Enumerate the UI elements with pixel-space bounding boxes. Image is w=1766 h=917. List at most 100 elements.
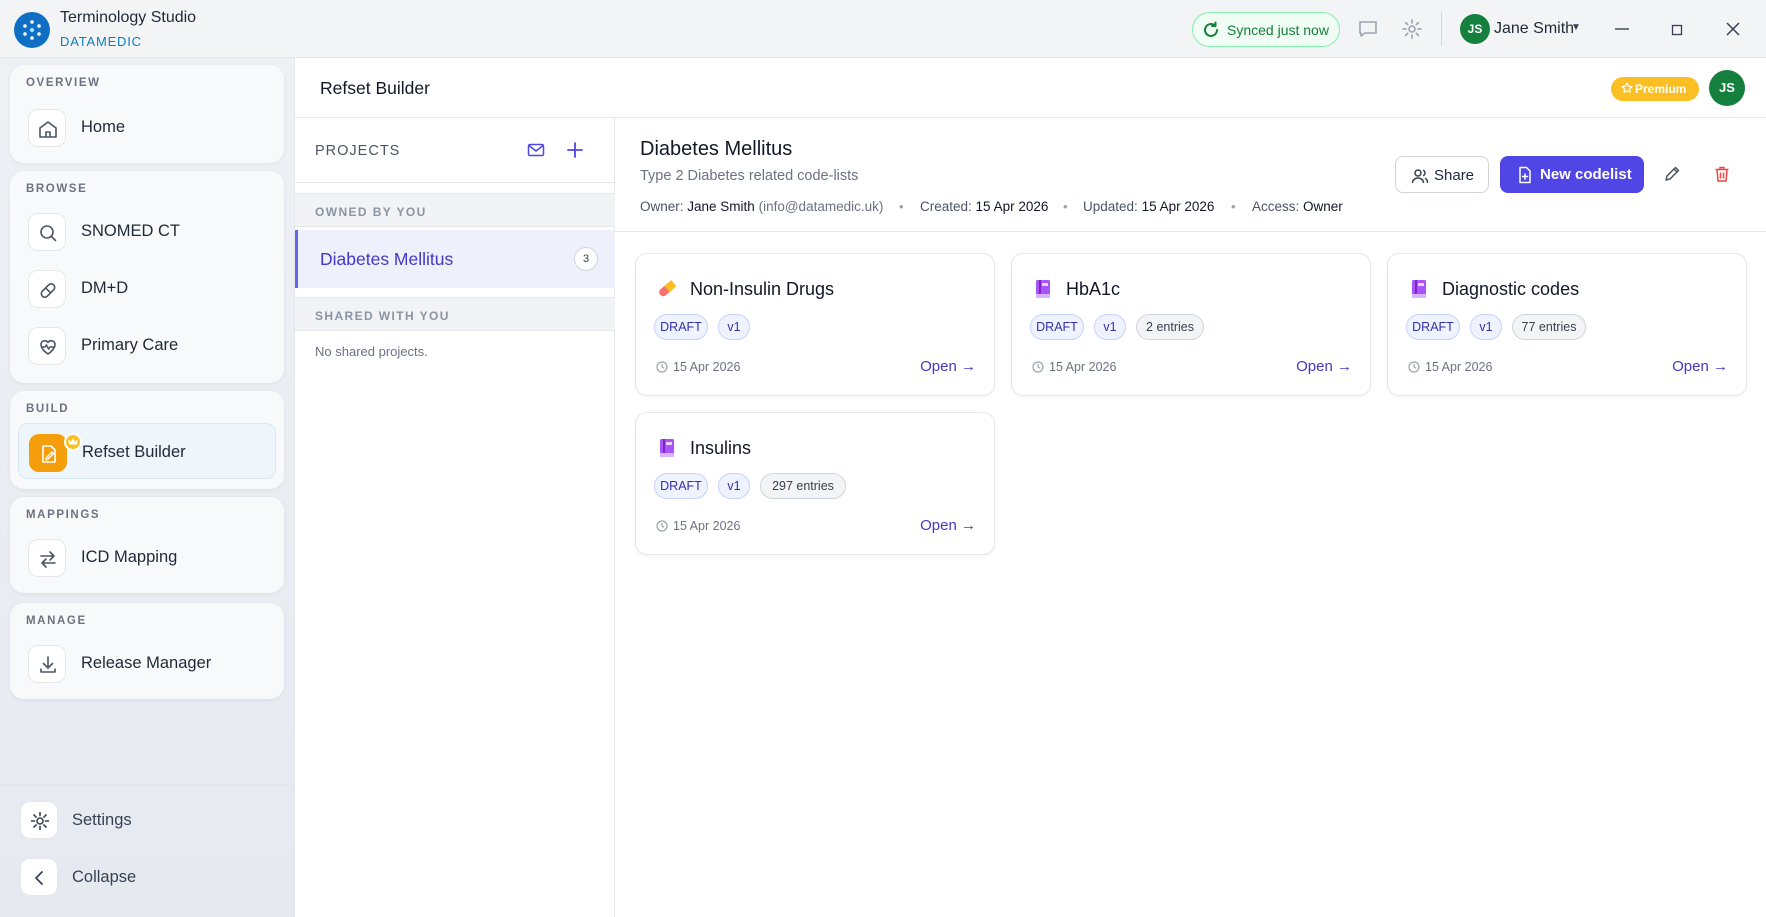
title-bar: Terminology Studio DATAMEDIC Synced just… xyxy=(0,0,1766,58)
chevron-left-icon xyxy=(20,858,58,896)
codelist-date: 15 Apr 2026 xyxy=(1425,360,1493,374)
book-icon xyxy=(1036,280,1050,298)
project-owner: Owner: Jane Smith (info@datamedic.uk) xyxy=(640,199,884,214)
collapse-label: Collapse xyxy=(72,868,137,886)
nav-group-mappings: MAPPINGS ICD Mapping xyxy=(10,497,284,593)
clock-icon xyxy=(1408,361,1420,373)
version-badge: v1 xyxy=(1470,314,1502,340)
sidebar-item-label: DM+D xyxy=(81,279,129,297)
gear-icon[interactable] xyxy=(1401,18,1423,40)
chat-icon[interactable] xyxy=(1357,18,1379,40)
nav-group-browse: BROWSE SNOMED CT DM+D Primary Care xyxy=(10,171,284,383)
sidebar-item-icd-mapping[interactable]: ICD Mapping xyxy=(18,529,276,585)
main-header: Refset Builder Premium JS xyxy=(295,58,1766,118)
settings-button[interactable]: Settings xyxy=(20,799,280,841)
titlebar-divider xyxy=(1441,12,1442,46)
sidebar-item-refset-builder[interactable]: Refset Builder xyxy=(18,423,276,479)
sidebar-item-dmd[interactable]: DM+D xyxy=(18,260,276,316)
owned-section-header: OWNED BY YOU xyxy=(295,193,615,227)
meta-separator: • xyxy=(899,199,904,214)
codelist-title: HbA1c xyxy=(1066,279,1121,299)
codelist-card-non-insulin-drugs[interactable]: Non-Insulin Drugs DRAFT v1 15 Apr 2026 O… xyxy=(635,253,995,396)
maximize-window-icon[interactable] xyxy=(1657,10,1697,48)
app-logo xyxy=(14,12,50,48)
swap-arrows-icon xyxy=(28,539,66,577)
nav-group-title: MANAGE xyxy=(26,615,87,627)
add-project-icon[interactable] xyxy=(565,140,585,160)
sidebar-item-label: Home xyxy=(81,118,126,136)
user-avatar[interactable]: JS xyxy=(1460,14,1490,44)
share-button[interactable]: Share xyxy=(1395,156,1489,193)
users-icon xyxy=(1411,169,1429,184)
open-codelist-link[interactable]: Open → xyxy=(1672,358,1728,375)
app-title: Terminology Studio xyxy=(60,9,197,26)
project-item-diabetes-mellitus[interactable]: Diabetes Mellitus 3 xyxy=(295,230,615,288)
status-badge: DRAFT xyxy=(654,314,708,340)
close-window-icon[interactable] xyxy=(1713,10,1753,48)
shared-section-header: SHARED WITH YOU xyxy=(295,297,615,331)
projects-header: PROJECTS xyxy=(295,118,615,183)
home-icon xyxy=(28,109,66,147)
open-codelist-link[interactable]: Open → xyxy=(920,517,976,534)
owned-heading: OWNED BY YOU xyxy=(315,205,427,219)
codelist-title: Insulins xyxy=(690,438,752,458)
collapse-sidebar-button[interactable]: Collapse xyxy=(20,856,280,898)
sidebar-footer: Settings Collapse xyxy=(0,784,295,917)
nav-group-title: OVERVIEW xyxy=(26,77,101,89)
version-badge: v1 xyxy=(1094,314,1126,340)
meta-separator: • xyxy=(1063,199,1068,214)
book-icon xyxy=(1412,280,1426,298)
app-subtitle: DATAMEDIC xyxy=(60,34,142,49)
codelist-card-diagnostic-codes[interactable]: Diagnostic codes DRAFT v1 77 entries 15 … xyxy=(1387,253,1747,396)
sidebar-item-label: Release Manager xyxy=(81,654,212,672)
chevron-down-icon[interactable]: ▼ xyxy=(1571,22,1581,33)
minimize-window-icon[interactable] xyxy=(1602,10,1642,48)
version-badge: v1 xyxy=(718,473,750,499)
download-icon xyxy=(28,645,66,683)
mail-icon[interactable] xyxy=(526,140,546,160)
sidebar: OVERVIEW Home BROWSE SNOMED CT DM+D Prim… xyxy=(0,58,295,917)
share-label: Share xyxy=(1434,167,1475,184)
premium-crown-icon xyxy=(64,433,82,451)
new-codelist-button[interactable]: New codelist xyxy=(1500,156,1644,193)
nav-group-overview: OVERVIEW Home xyxy=(10,65,284,163)
gear-icon xyxy=(20,801,58,839)
project-access: Access: Owner xyxy=(1252,199,1343,214)
entries-badge: 77 entries xyxy=(1512,314,1586,340)
codelist-card-hba1c[interactable]: HbA1c DRAFT v1 2 entries 15 Apr 2026 Ope… xyxy=(1011,253,1371,396)
new-codelist-label: New codelist xyxy=(1540,166,1632,183)
codelist-title: Non-Insulin Drugs xyxy=(690,279,835,299)
projects-title: PROJECTS xyxy=(315,143,401,159)
pill-icon xyxy=(28,270,66,308)
codelist-date: 15 Apr 2026 xyxy=(673,519,741,533)
sync-icon xyxy=(1204,21,1218,37)
trash-icon[interactable] xyxy=(1712,164,1732,184)
nav-group-title: MAPPINGS xyxy=(26,509,101,521)
sidebar-item-snomed-ct[interactable]: SNOMED CT xyxy=(18,203,276,259)
sidebar-item-label: SNOMED CT xyxy=(81,222,180,240)
sidebar-item-release-manager[interactable]: Release Manager xyxy=(18,635,276,691)
project-created: Created: 15 Apr 2026 xyxy=(920,199,1049,214)
open-codelist-link[interactable]: Open → xyxy=(920,358,976,375)
edit-pencil-icon[interactable] xyxy=(1662,164,1682,184)
open-codelist-link[interactable]: Open → xyxy=(1296,358,1352,375)
sync-status-pill[interactable]: Synced just now xyxy=(1192,12,1340,47)
user-menu-name[interactable]: Jane Smith xyxy=(1494,20,1574,38)
codelist-date: 15 Apr 2026 xyxy=(1049,360,1117,374)
clock-icon xyxy=(1032,361,1044,373)
header-avatar[interactable]: JS xyxy=(1709,70,1745,106)
clock-icon xyxy=(656,361,668,373)
page-title: Refset Builder xyxy=(320,78,430,98)
crown-icon xyxy=(1621,82,1633,97)
entries-badge: 2 entries xyxy=(1136,314,1204,340)
premium-badge: Premium xyxy=(1611,77,1699,101)
sidebar-item-home[interactable]: Home xyxy=(18,99,276,155)
sidebar-item-primary-care[interactable]: Primary Care xyxy=(18,317,276,373)
nav-group-build: BUILD Refset Builder xyxy=(10,391,284,489)
codelist-card-insulins[interactable]: Insulins DRAFT v1 297 entries 15 Apr 202… xyxy=(635,412,995,555)
project-title: Diabetes Mellitus xyxy=(640,138,793,160)
project-updated: Updated: 15 Apr 2026 xyxy=(1083,199,1215,214)
status-badge: DRAFT xyxy=(1030,314,1084,340)
nav-group-manage: MANAGE Release Manager xyxy=(10,603,284,699)
heart-pulse-icon xyxy=(28,327,66,365)
